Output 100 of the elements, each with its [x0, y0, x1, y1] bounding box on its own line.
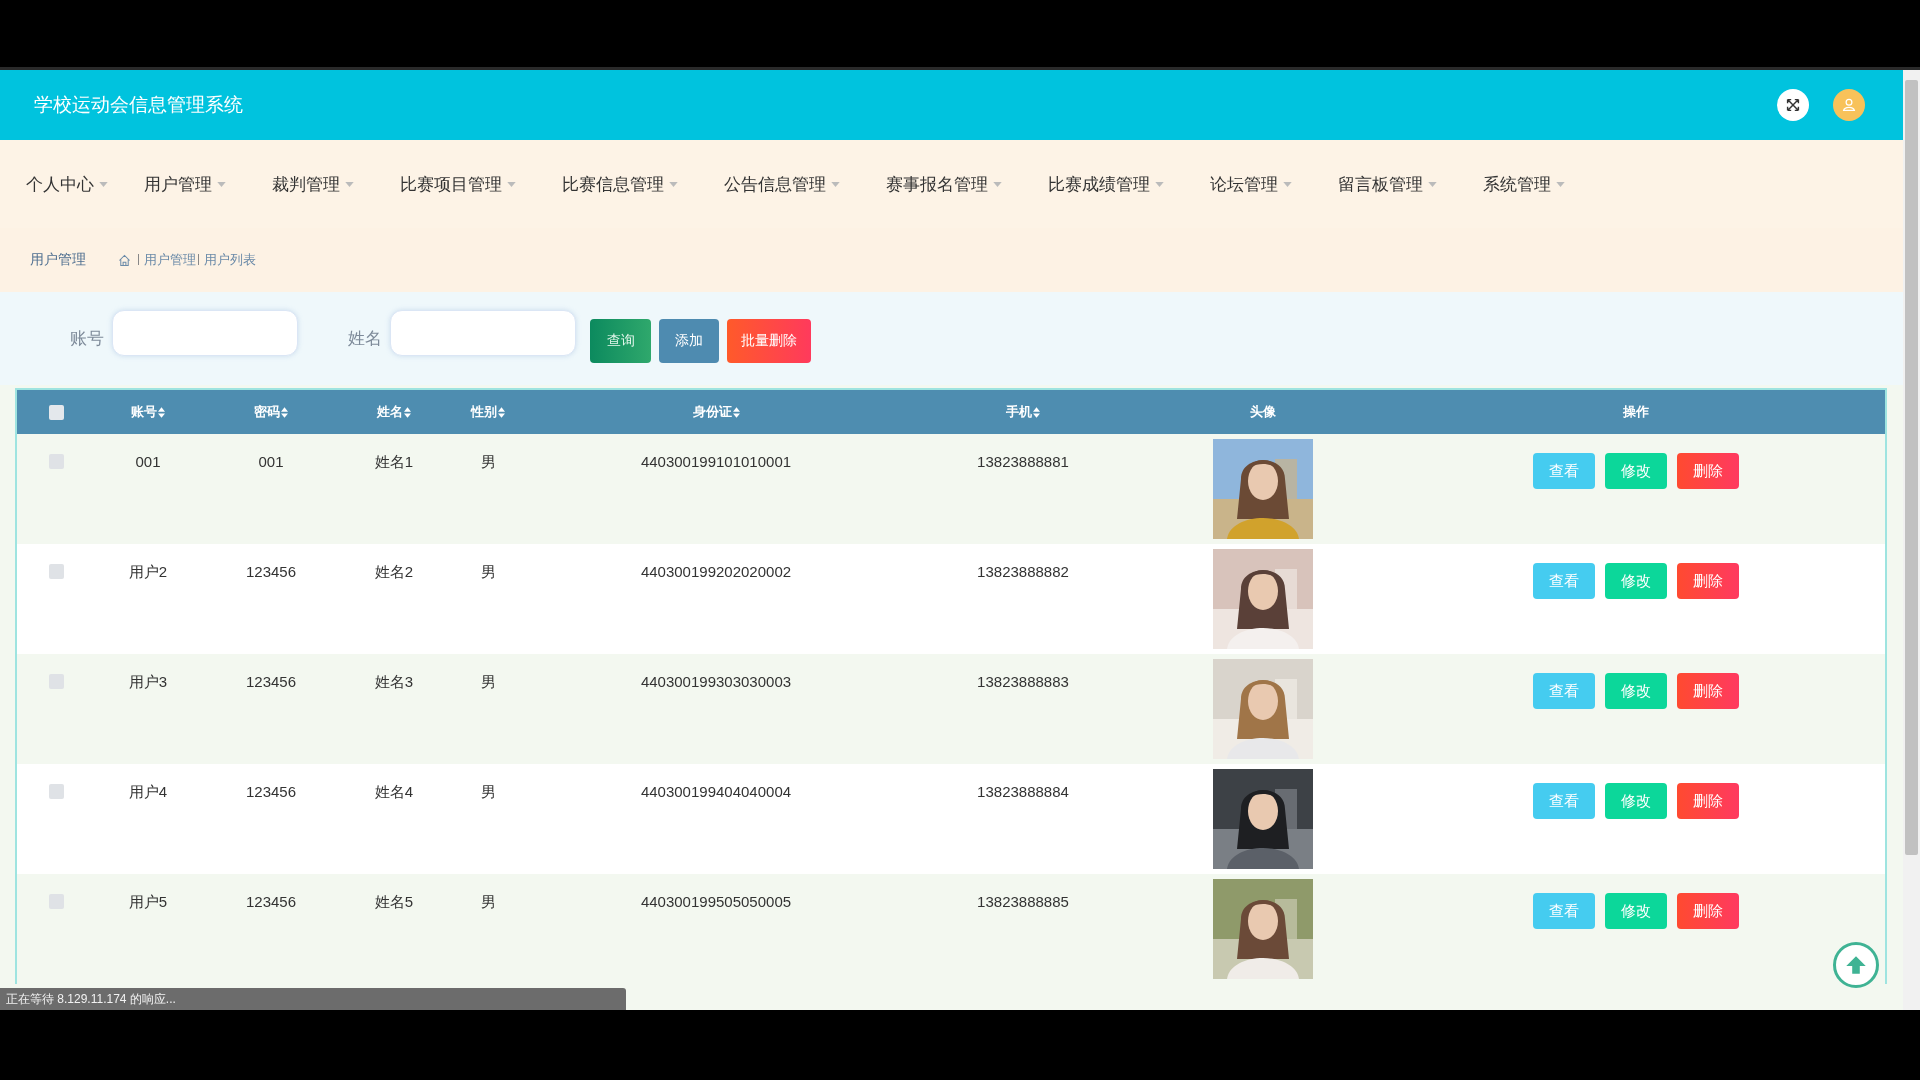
table-cell: 姓名1: [374, 453, 414, 472]
checkbox[interactable]: [48, 404, 64, 420]
table-cell: 男: [480, 673, 496, 692]
field-label: 账号: [70, 328, 104, 350]
table-cell: 男: [480, 893, 496, 912]
expand-icon[interactable]: [1777, 89, 1809, 121]
user-avatar-icon[interactable]: [1833, 89, 1865, 121]
nav-menu-item[interactable]: 赛事报名管理: [886, 172, 1002, 196]
column-header[interactable]: 密码: [254, 403, 288, 421]
sort-icon[interactable]: [281, 406, 288, 418]
caret-icon: [669, 181, 678, 187]
table-cell: 440300199101010001: [640, 453, 792, 470]
search-field[interactable]: [390, 309, 576, 356]
view-button[interactable]: 查看: [1533, 453, 1595, 489]
nav-menu-item[interactable]: 用户管理: [144, 172, 226, 196]
view-button[interactable]: 查看: [1533, 783, 1595, 819]
breadcrumb-link[interactable]: 用户管理: [136, 251, 196, 269]
edit-button[interactable]: 修改: [1605, 673, 1667, 709]
column-header: 操作: [1623, 403, 1649, 421]
nav-menu-item[interactable]: 个人中心: [26, 172, 108, 196]
caret-icon: [1556, 181, 1565, 187]
nav-menu-item[interactable]: 留言板管理: [1338, 172, 1437, 196]
app-title: 学校运动会信息管理系统: [34, 92, 243, 117]
table-cell: 姓名2: [374, 563, 414, 582]
table-cell: 123456: [245, 893, 297, 910]
table-cell: 440300199303030003: [640, 673, 792, 690]
scrollbar[interactable]: [1903, 70, 1920, 1010]
edit-button[interactable]: 修改: [1605, 453, 1667, 489]
table-cell: 用户4: [128, 783, 168, 802]
caret-icon: [1428, 181, 1437, 187]
caret-icon: [831, 181, 840, 187]
table-cell: 姓名3: [374, 673, 414, 692]
sort-icon[interactable]: [404, 406, 411, 418]
checkbox[interactable]: [48, 564, 64, 579]
column-header: 头像: [1250, 403, 1276, 421]
nav-menu-item[interactable]: 系统管理: [1483, 172, 1565, 196]
delete-button[interactable]: 删除: [1677, 563, 1739, 599]
caret-icon: [1155, 181, 1164, 187]
table-cell: 13823888884: [977, 783, 1069, 800]
table-cell: 用户2: [128, 563, 168, 582]
delete-button[interactable]: 删除: [1677, 453, 1739, 489]
table-cell: 男: [480, 563, 496, 582]
table-cell: 13823888883: [977, 673, 1069, 690]
batch-delete-button[interactable]: 批量删除: [727, 318, 811, 363]
table-cell: 13823888885: [977, 893, 1069, 910]
caret-icon: [217, 181, 226, 187]
view-button[interactable]: 查看: [1533, 673, 1595, 709]
field-label: 姓名: [348, 328, 382, 350]
table-cell: 用户5: [128, 893, 168, 912]
column-header[interactable]: 账号: [131, 403, 165, 421]
nav-menu-item[interactable]: 比赛信息管理: [562, 172, 678, 196]
page-title: 用户管理: [30, 251, 86, 269]
checkbox[interactable]: [48, 784, 64, 799]
table-cell: 001: [258, 453, 284, 470]
home-icon[interactable]: [118, 253, 131, 267]
table-cell: 440300199202020002: [640, 563, 792, 580]
table-cell: 男: [480, 453, 496, 472]
caret-icon: [993, 181, 1002, 187]
view-button[interactable]: 查看: [1533, 563, 1595, 599]
nav-menu-item[interactable]: 论坛管理: [1210, 172, 1292, 196]
table-cell: 123456: [245, 563, 297, 580]
delete-button[interactable]: 删除: [1677, 783, 1739, 819]
table-cell: 001: [135, 453, 161, 470]
sort-icon[interactable]: [1033, 406, 1040, 418]
search-field[interactable]: [112, 309, 298, 356]
column-header[interactable]: 身份证: [692, 403, 740, 421]
add-button[interactable]: 添加: [659, 318, 719, 363]
table-cell: 440300199404040004: [640, 783, 792, 800]
caret-icon: [99, 181, 108, 187]
nav-menu-item[interactable]: 比赛成绩管理: [1048, 172, 1164, 196]
table-cell: 姓名5: [374, 893, 414, 912]
table-cell: 13823888881: [977, 453, 1069, 470]
column-header[interactable]: 手机: [1006, 403, 1040, 421]
delete-button[interactable]: 删除: [1677, 673, 1739, 709]
column-header[interactable]: 姓名: [377, 403, 411, 421]
table-cell: 13823888882: [977, 563, 1069, 580]
status-bar: 正在等待 8.129.11.174 的响应...: [0, 988, 626, 1010]
table-cell: 123456: [245, 673, 297, 690]
table-cell: 姓名4: [374, 783, 414, 802]
table-cell: 用户3: [128, 673, 168, 692]
table-cell: 男: [480, 783, 496, 802]
breadcrumb-link[interactable]: 用户列表: [196, 251, 256, 269]
sort-icon[interactable]: [498, 406, 505, 418]
sort-icon[interactable]: [158, 406, 165, 418]
sort-icon[interactable]: [732, 406, 740, 418]
view-button[interactable]: 查看: [1533, 893, 1595, 929]
caret-icon: [345, 181, 354, 187]
nav-menu-item[interactable]: 比赛项目管理: [400, 172, 516, 196]
caret-icon: [1283, 181, 1292, 187]
edit-button[interactable]: 修改: [1605, 783, 1667, 819]
table-cell: 123456: [245, 783, 297, 800]
nav-menu-item[interactable]: 公告信息管理: [724, 172, 840, 196]
search-button[interactable]: 查询: [590, 318, 651, 363]
edit-button[interactable]: 修改: [1605, 893, 1667, 929]
nav-menu-item[interactable]: 裁判管理: [272, 172, 354, 196]
caret-icon: [507, 181, 516, 187]
column-header[interactable]: 性别: [471, 403, 505, 421]
table-cell: 440300199505050005: [640, 893, 792, 910]
delete-button[interactable]: 删除: [1677, 893, 1739, 929]
edit-button[interactable]: 修改: [1605, 563, 1667, 599]
